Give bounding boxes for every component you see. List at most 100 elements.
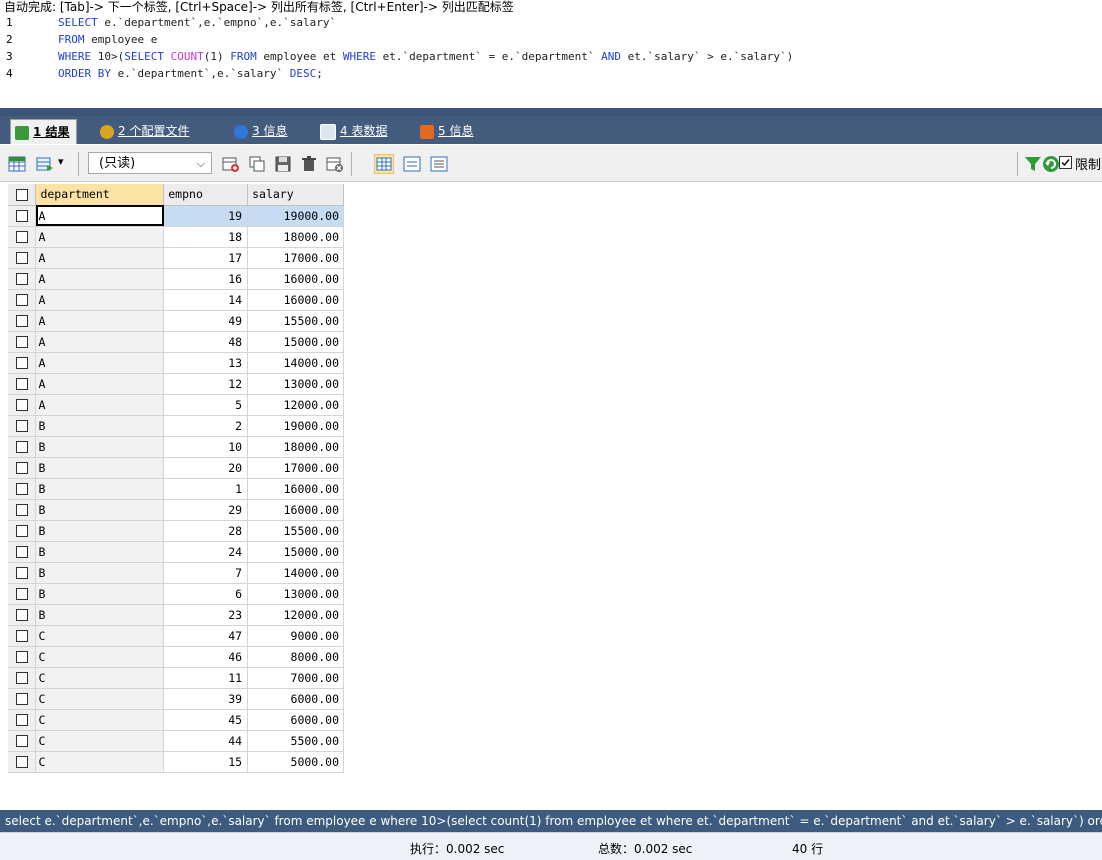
table-row[interactable]: A 16 16000.00 [8, 268, 344, 290]
limit-checkbox[interactable] [1059, 156, 1072, 169]
cell-department[interactable]: B [35, 520, 165, 542]
column-header-salary[interactable]: salary [247, 184, 344, 206]
cell-department[interactable]: C [35, 646, 165, 668]
cell-empno[interactable]: 11 [163, 667, 249, 689]
table-row[interactable]: C 11 7000.00 [8, 667, 344, 689]
cell-department[interactable]: B [35, 478, 165, 500]
cell-empno[interactable]: 48 [163, 331, 249, 353]
cell-department[interactable]: A [35, 268, 165, 290]
row-checkbox[interactable] [8, 394, 37, 416]
cell-salary[interactable]: 18000.00 [247, 226, 344, 248]
cell-department[interactable]: A [35, 352, 165, 374]
cell-empno[interactable]: 46 [163, 646, 249, 668]
cell-empno[interactable]: 7 [163, 562, 249, 584]
cell-salary[interactable]: 13000.00 [247, 373, 344, 395]
table-row[interactable]: B 29 16000.00 [8, 499, 344, 521]
cell-department[interactable]: C [35, 730, 165, 752]
row-checkbox[interactable] [8, 646, 37, 668]
limit-label[interactable]: 限制 [1075, 154, 1101, 173]
table-row[interactable]: B 28 15500.00 [8, 520, 344, 542]
row-checkbox[interactable] [8, 541, 37, 563]
table-row[interactable]: B 10 18000.00 [8, 436, 344, 458]
refresh-icon[interactable] [1042, 155, 1060, 173]
cell-department[interactable]: A [35, 373, 165, 395]
cell-department[interactable]: B [35, 541, 165, 563]
row-checkbox[interactable] [8, 415, 37, 437]
cell-salary[interactable]: 9000.00 [247, 625, 344, 647]
tab-info-2[interactable]: 5 信息 [416, 119, 479, 144]
row-checkbox[interactable] [8, 226, 37, 248]
row-checkbox[interactable] [8, 310, 37, 332]
cell-empno[interactable]: 16 [163, 268, 249, 290]
table-row[interactable]: A 49 15500.00 [8, 310, 344, 332]
cell-empno[interactable]: 14 [163, 289, 249, 311]
cell-empno[interactable]: 44 [163, 730, 249, 752]
row-checkbox[interactable] [8, 709, 37, 731]
insert-row-icon[interactable] [222, 155, 240, 173]
column-header-department[interactable]: department [35, 184, 165, 206]
table-row[interactable]: A 19 19000.00 [8, 205, 344, 227]
cell-salary[interactable]: 17000.00 [247, 457, 344, 479]
cell-department[interactable]: A [35, 289, 165, 311]
cell-department[interactable]: C [35, 709, 165, 731]
cell-department[interactable]: A [35, 247, 165, 269]
cell-salary[interactable]: 15500.00 [247, 310, 344, 332]
column-header-empno[interactable]: empno [163, 184, 249, 206]
row-checkbox[interactable] [8, 625, 37, 647]
row-checkbox[interactable] [8, 520, 37, 542]
table-row[interactable]: A 18 18000.00 [8, 226, 344, 248]
cell-salary[interactable]: 12000.00 [247, 394, 344, 416]
delete-icon[interactable] [300, 155, 318, 173]
text-mode-icon[interactable] [430, 155, 448, 173]
row-checkbox[interactable] [8, 457, 37, 479]
table-row[interactable]: B 24 15000.00 [8, 541, 344, 563]
cell-salary[interactable]: 15000.00 [247, 541, 344, 563]
cell-empno[interactable]: 18 [163, 226, 249, 248]
table-row[interactable]: C 15 5000.00 [8, 751, 344, 773]
row-checkbox[interactable] [8, 373, 37, 395]
select-all-checkbox[interactable] [8, 184, 37, 206]
cell-salary[interactable]: 14000.00 [247, 562, 344, 584]
cell-empno[interactable]: 10 [163, 436, 249, 458]
table-row[interactable]: C 47 9000.00 [8, 625, 344, 647]
tab-table-data[interactable]: 4 表数据 [316, 119, 393, 144]
cell-empno[interactable]: 20 [163, 457, 249, 479]
row-checkbox[interactable] [8, 247, 37, 269]
table-row[interactable]: C 44 5500.00 [8, 730, 344, 752]
cancel-changes-icon[interactable] [326, 155, 344, 173]
cell-department[interactable]: A [35, 205, 165, 227]
cell-empno[interactable]: 2 [163, 415, 249, 437]
cell-empno[interactable]: 17 [163, 247, 249, 269]
table-row[interactable]: A 12 13000.00 [8, 373, 344, 395]
cell-salary[interactable]: 16000.00 [247, 289, 344, 311]
cell-salary[interactable]: 15000.00 [247, 331, 344, 353]
table-row[interactable]: B 2 19000.00 [8, 415, 344, 437]
row-checkbox[interactable] [8, 583, 37, 605]
cell-empno[interactable]: 28 [163, 520, 249, 542]
cell-department[interactable]: B [35, 457, 165, 479]
tab-result[interactable]: 1 结果 [10, 119, 77, 144]
cell-empno[interactable]: 1 [163, 478, 249, 500]
cell-empno[interactable]: 39 [163, 688, 249, 710]
cell-salary[interactable]: 17000.00 [247, 247, 344, 269]
sql-editor[interactable]: 自动完成: [Tab]-> 下一个标签, [Ctrl+Space]-> 列出所有… [0, 0, 1102, 108]
cell-empno[interactable]: 19 [163, 205, 249, 227]
row-checkbox[interactable] [8, 499, 37, 521]
row-checkbox[interactable] [8, 289, 37, 311]
row-checkbox[interactable] [8, 205, 37, 227]
cell-department[interactable]: B [35, 604, 165, 626]
row-checkbox[interactable] [8, 331, 37, 353]
table-row[interactable]: B 1 16000.00 [8, 478, 344, 500]
table-row[interactable]: C 39 6000.00 [8, 688, 344, 710]
grid-mode-icon[interactable] [374, 154, 394, 174]
cell-department[interactable]: A [35, 331, 165, 353]
row-checkbox[interactable] [8, 751, 37, 773]
row-checkbox[interactable] [8, 688, 37, 710]
duplicate-row-icon[interactable] [248, 155, 266, 173]
cell-department[interactable]: C [35, 688, 165, 710]
cell-salary[interactable]: 6000.00 [247, 688, 344, 710]
cell-department[interactable]: B [35, 436, 165, 458]
export-icon[interactable] [36, 155, 54, 173]
tab-info[interactable]: 3 信息 [230, 119, 293, 144]
table-row[interactable]: C 46 8000.00 [8, 646, 344, 668]
